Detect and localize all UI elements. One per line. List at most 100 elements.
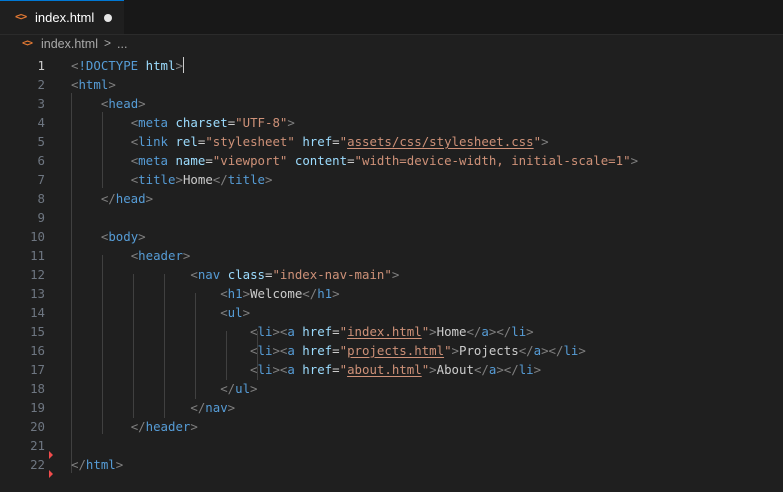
line-number: 22 bbox=[30, 457, 45, 472]
code-line[interactable]: 1 <!DOCTYPE html> bbox=[0, 56, 783, 75]
code-token: href bbox=[302, 343, 333, 358]
code-text[interactable]: <li><a href="index.html">Home</a></li> bbox=[71, 322, 534, 341]
line-number: 9 bbox=[37, 210, 45, 225]
code-line[interactable]: 22 </html> bbox=[0, 455, 783, 474]
code-text[interactable]: <li><a href="about.html">About</a></li> bbox=[71, 360, 541, 379]
code-text[interactable]: <nav class="index-nav-main"> bbox=[71, 265, 399, 284]
code-line[interactable]: 4 <meta charset="UTF-8"> bbox=[0, 113, 783, 132]
code-line[interactable]: 12 <nav class="index-nav-main"> bbox=[0, 265, 783, 284]
code-text[interactable]: <header> bbox=[71, 246, 191, 265]
code-line[interactable]: 19 </nav> bbox=[0, 398, 783, 417]
tab-label: index.html bbox=[35, 10, 95, 25]
code-token: > bbox=[429, 324, 437, 339]
code-token: " bbox=[533, 134, 542, 149]
unsaved-dot-icon[interactable] bbox=[104, 14, 112, 22]
code-line[interactable]: 8 </head> bbox=[0, 189, 783, 208]
code-text[interactable]: <meta name="viewport" content="width=dev… bbox=[71, 151, 638, 170]
line-number: 13 bbox=[30, 286, 45, 301]
code-token: </ bbox=[130, 419, 146, 434]
code-text[interactable]: <head> bbox=[71, 94, 146, 113]
code-token: href bbox=[302, 324, 333, 339]
line-number: 6 bbox=[37, 153, 45, 168]
code-text[interactable]: <html> bbox=[71, 75, 116, 94]
code-text[interactable]: </nav> bbox=[71, 398, 235, 417]
breadcrumb-more[interactable]: ... bbox=[117, 37, 127, 51]
code-token: "width=device-width, initial-scale=1" bbox=[354, 153, 631, 168]
code-text[interactable]: </html> bbox=[71, 455, 123, 474]
code-line[interactable]: 3 <head> bbox=[0, 94, 783, 113]
code-token: = bbox=[332, 134, 340, 149]
code-token: > bbox=[175, 172, 183, 187]
code-token: </ bbox=[212, 172, 228, 187]
line-number: 20 bbox=[30, 419, 45, 434]
breadcrumb-file[interactable]: index.html bbox=[41, 37, 98, 51]
code-line[interactable]: 17 <li><a href="about.html">About</a></l… bbox=[0, 360, 783, 379]
code-token: " bbox=[339, 343, 348, 358]
code-token: h1 bbox=[227, 286, 243, 301]
code-token: Welcome bbox=[250, 286, 303, 301]
code-token: > bbox=[175, 58, 183, 73]
code-token: > bbox=[429, 362, 437, 377]
code-token: </ bbox=[518, 343, 534, 358]
code-token: a bbox=[287, 324, 295, 339]
code-token: header bbox=[145, 419, 191, 434]
code-text[interactable]: <!DOCTYPE html> bbox=[71, 56, 184, 75]
code-text[interactable]: </ul> bbox=[71, 379, 257, 398]
code-text[interactable]: <meta charset="UTF-8"> bbox=[71, 113, 295, 132]
code-text[interactable]: </header> bbox=[71, 417, 198, 436]
code-token: </ bbox=[100, 191, 116, 206]
code-token: ></ bbox=[496, 362, 519, 377]
code-token: nav bbox=[197, 267, 221, 282]
code-token: meta bbox=[138, 153, 168, 168]
code-line[interactable]: 6 <meta name="viewport" content="width=d… bbox=[0, 151, 783, 170]
code-token: content bbox=[294, 153, 348, 168]
code-token: ></ bbox=[541, 343, 564, 358]
code-line[interactable]: 5 <link rel="stylesheet" href="assets/cs… bbox=[0, 132, 783, 151]
line-number: 12 bbox=[30, 267, 45, 282]
code-token: li bbox=[257, 343, 273, 358]
code-text[interactable]: <h1>Welcome</h1> bbox=[71, 284, 339, 303]
code-line[interactable]: 7 <title>Home</title> bbox=[0, 170, 783, 189]
code-token: > bbox=[145, 191, 154, 206]
code-text[interactable]: <body> bbox=[71, 227, 146, 246]
code-token: Projects bbox=[459, 343, 519, 358]
code-token: name bbox=[175, 153, 206, 168]
code-text[interactable]: <title>Home</title> bbox=[71, 170, 273, 189]
code-line[interactable]: 11 <header> bbox=[0, 246, 783, 265]
code-line[interactable]: 14 <ul> bbox=[0, 303, 783, 322]
code-line[interactable]: 10 <body> bbox=[0, 227, 783, 246]
code-text[interactable]: <ul> bbox=[71, 303, 250, 322]
code-line[interactable]: 13 <h1>Welcome</h1> bbox=[0, 284, 783, 303]
line-number: 18 bbox=[30, 381, 45, 396]
code-line[interactable]: 21 bbox=[0, 436, 783, 455]
code-token: a bbox=[533, 343, 542, 358]
code-line[interactable]: 20 </header> bbox=[0, 417, 783, 436]
code-token: "stylesheet" bbox=[205, 134, 295, 149]
code-token: a bbox=[481, 324, 489, 339]
code-text[interactable]: <li><a href="projects.html">Projects</a>… bbox=[71, 341, 586, 360]
code-token: > bbox=[451, 343, 459, 358]
code-line[interactable]: 18 </ul> bbox=[0, 379, 783, 398]
code-editor[interactable]: 1 <!DOCTYPE html> 2 <html> 3 <head> 4 <meta c… bbox=[0, 55, 783, 492]
code-line[interactable]: 9 bbox=[0, 208, 783, 227]
code-token: > bbox=[108, 77, 116, 92]
code-line[interactable]: 15 <li><a href="index.html">Home</a></li… bbox=[0, 322, 783, 341]
code-text[interactable]: </head> bbox=[71, 189, 153, 208]
code-text[interactable]: <link rel="stylesheet" href="assets/css/… bbox=[71, 132, 549, 151]
code-line[interactable]: 2 <html> bbox=[0, 75, 783, 94]
code-token: > bbox=[138, 229, 146, 244]
code-token: li bbox=[257, 362, 273, 377]
code-token: </ bbox=[473, 362, 489, 377]
code-token: > bbox=[630, 153, 639, 168]
line-number: 3 bbox=[37, 96, 45, 111]
code-token: rel bbox=[175, 134, 198, 149]
code-line[interactable]: 16 <li><a href="projects.html">Projects<… bbox=[0, 341, 783, 360]
tab-index-html[interactable]: <> index.html bbox=[0, 0, 124, 34]
html-file-icon: <> bbox=[15, 10, 27, 23]
line-number: 4 bbox=[37, 115, 45, 130]
